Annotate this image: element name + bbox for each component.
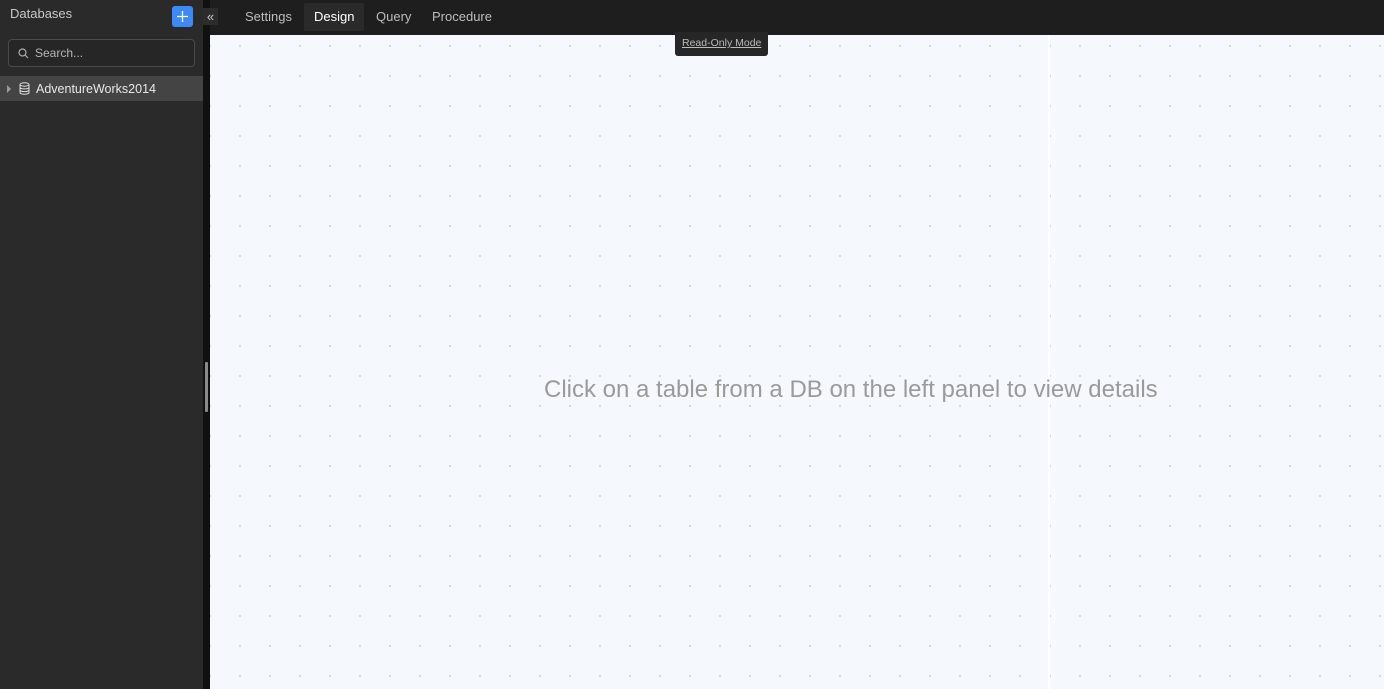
- search-icon: [18, 47, 29, 58]
- expand-caret-icon[interactable]: [7, 84, 11, 93]
- sidebar: Databases AdventureWorks2014: [0, 0, 203, 689]
- search-box[interactable]: [8, 39, 195, 67]
- tab-procedure[interactable]: Procedure: [422, 3, 502, 31]
- collapse-sidebar-button[interactable]: «: [203, 8, 218, 25]
- tab-bar: Settings Design Query Procedure: [210, 0, 1384, 35]
- tab-settings[interactable]: Settings: [235, 3, 302, 31]
- database-icon: [19, 82, 30, 95]
- add-database-button[interactable]: [172, 6, 193, 27]
- canvas-divider: [1048, 35, 1050, 689]
- splitter-handle[interactable]: [205, 362, 208, 412]
- read-only-mode-badge[interactable]: Read-Only Mode: [675, 32, 769, 56]
- tree-item-database[interactable]: AdventureWorks2014: [0, 76, 203, 101]
- tree-item-label: AdventureWorks2014: [36, 81, 156, 96]
- double-chevron-left-icon: «: [206, 9, 215, 24]
- panel-splitter[interactable]: [203, 0, 210, 689]
- sidebar-title: Databases: [10, 6, 73, 21]
- search-input[interactable]: [35, 46, 185, 60]
- tab-design[interactable]: Design: [304, 3, 365, 31]
- empty-state-message: Click on a table from a DB on the left p…: [544, 376, 1158, 403]
- plus-icon: [177, 11, 188, 22]
- design-canvas[interactable]: [210, 35, 1384, 689]
- tab-query[interactable]: Query: [366, 3, 421, 31]
